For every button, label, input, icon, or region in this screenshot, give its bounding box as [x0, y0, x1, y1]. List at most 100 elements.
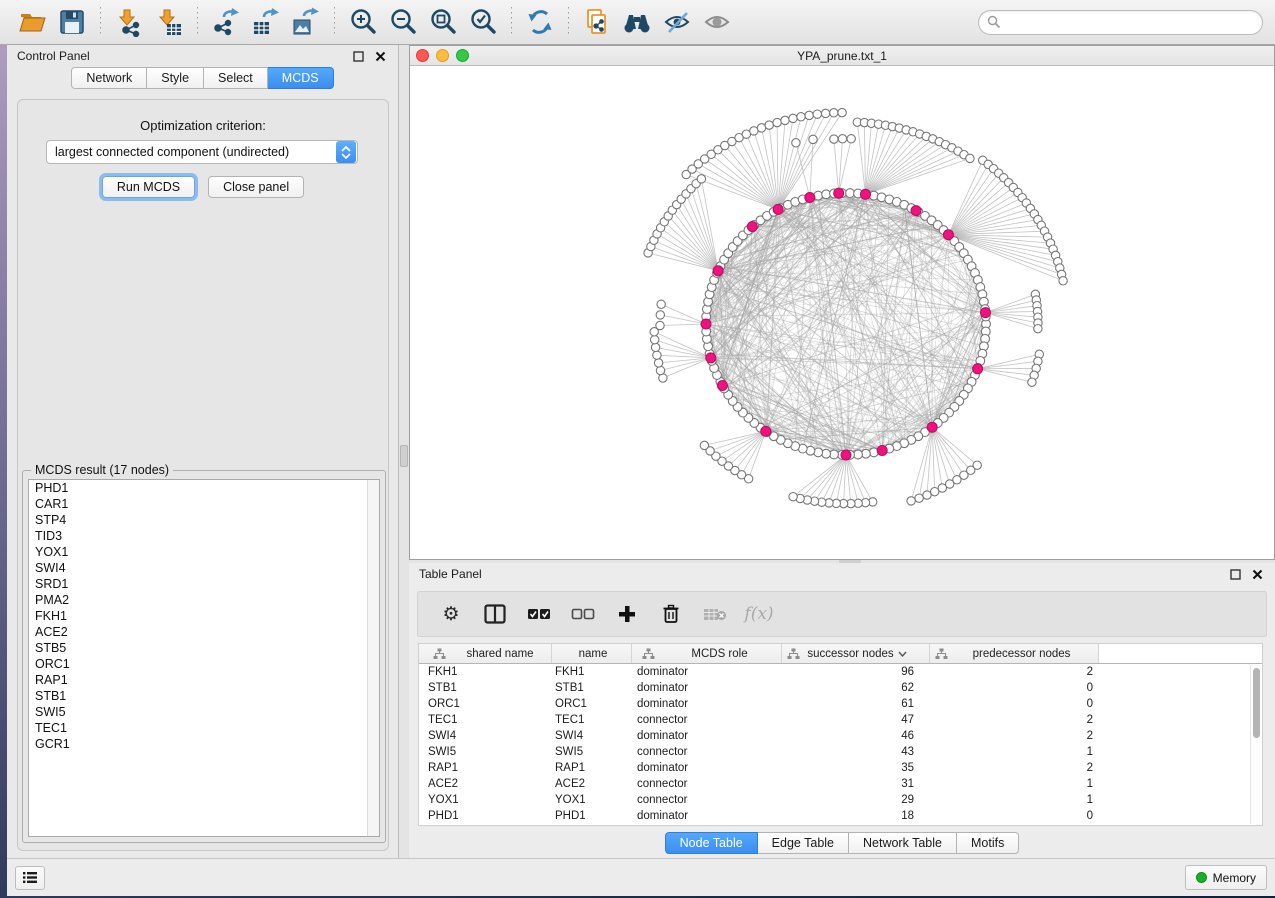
- graph-node[interactable]: [907, 497, 915, 505]
- graph-node[interactable]: [789, 493, 797, 501]
- graph-node-selected[interactable]: [773, 204, 783, 214]
- tab-style[interactable]: Style: [147, 67, 204, 89]
- graph-node-selected[interactable]: [747, 222, 757, 232]
- tab-mcds[interactable]: MCDS: [268, 67, 334, 89]
- zoom-selected-button[interactable]: [465, 5, 501, 39]
- search-input[interactable]: [1001, 15, 1254, 29]
- delete-column-button[interactable]: [654, 596, 688, 632]
- graph-node[interactable]: [657, 300, 665, 308]
- graph-node[interactable]: [813, 110, 821, 118]
- graph-node[interactable]: [765, 121, 773, 129]
- graph-node[interactable]: [821, 109, 829, 117]
- close-table-panel-button[interactable]: [1249, 566, 1265, 582]
- mcds-result-item[interactable]: TID3: [29, 528, 379, 544]
- mcds-result-item[interactable]: FKH1: [29, 608, 379, 624]
- export-image-button[interactable]: [288, 5, 324, 39]
- table-row[interactable]: PHD1PHD1dominator180: [419, 808, 1262, 824]
- graph-node[interactable]: [654, 359, 662, 367]
- graph-node[interactable]: [757, 124, 765, 132]
- graph-node[interactable]: [1034, 325, 1042, 333]
- optimization-criterion-select[interactable]: largest connected component (undirected): [46, 140, 358, 164]
- mcds-result-item[interactable]: SRD1: [29, 576, 379, 592]
- export-table-button[interactable]: [248, 5, 284, 39]
- tab-node-table[interactable]: Node Table: [665, 832, 758, 854]
- graph-node[interactable]: [773, 118, 781, 126]
- zoom-out-button[interactable]: [385, 5, 421, 39]
- graph-node[interactable]: [697, 175, 705, 183]
- mcds-result-item[interactable]: RAP1: [29, 672, 379, 688]
- graph-node[interactable]: [805, 111, 813, 119]
- mcds-result-item[interactable]: CAR1: [29, 496, 379, 512]
- search-window-button[interactable]: [619, 5, 655, 39]
- mcds-result-item[interactable]: GCR1: [29, 736, 379, 752]
- graph-node[interactable]: [656, 321, 664, 329]
- table-row[interactable]: ORC1ORC1dominator610: [419, 696, 1262, 712]
- table-row[interactable]: STB1STB1dominator620: [419, 680, 1262, 696]
- save-button[interactable]: [54, 5, 90, 39]
- mcds-result-item[interactable]: STB5: [29, 640, 379, 656]
- graph-node-selected[interactable]: [927, 422, 937, 432]
- graph-node[interactable]: [923, 491, 931, 499]
- graph-node[interactable]: [1028, 378, 1036, 386]
- graph-node[interactable]: [651, 343, 659, 351]
- graph-node-selected[interactable]: [717, 381, 727, 391]
- graph-node[interactable]: [1059, 277, 1067, 285]
- zoom-in-button[interactable]: [345, 5, 381, 39]
- mcds-result-item[interactable]: STB1: [29, 688, 379, 704]
- mcds-result-item[interactable]: SWI4: [29, 560, 379, 576]
- graph-node[interactable]: [700, 441, 708, 449]
- refresh-button[interactable]: [522, 5, 558, 39]
- tab-select[interactable]: Select: [204, 67, 268, 89]
- column-view-button[interactable]: [478, 596, 512, 632]
- column-header-MCDS-role[interactable]: MCDS role: [632, 644, 782, 663]
- graph-node[interactable]: [781, 116, 789, 124]
- graph-node-selected[interactable]: [713, 266, 723, 276]
- graph-node-selected[interactable]: [805, 193, 815, 203]
- mcds-result-item[interactable]: SWI5: [29, 704, 379, 720]
- network-canvas[interactable]: [410, 66, 1274, 559]
- hide-detail-button[interactable]: [659, 5, 695, 39]
- column-header-shared-name[interactable]: shared name: [419, 644, 552, 663]
- clone-network-button[interactable]: [579, 5, 615, 39]
- scrollbar-thumb[interactable]: [1253, 668, 1260, 738]
- add-column-button[interactable]: [610, 596, 644, 632]
- table-row[interactable]: YOX1YOX1connector291: [419, 792, 1262, 808]
- vertical-splitter[interactable]: [399, 45, 409, 858]
- graph-node[interactable]: [809, 135, 817, 143]
- memory-button[interactable]: Memory: [1185, 865, 1267, 890]
- float-panel-button[interactable]: [350, 48, 366, 64]
- mcds-result-item[interactable]: YOX1: [29, 544, 379, 560]
- import-network-button[interactable]: [111, 5, 147, 39]
- mcds-list-scrollbar[interactable]: [367, 480, 379, 836]
- close-panel-button[interactable]: [372, 48, 388, 64]
- table-row[interactable]: SWI4SWI4dominator462: [419, 728, 1262, 744]
- mcds-result-item[interactable]: PMA2: [29, 592, 379, 608]
- graph-node-selected[interactable]: [877, 446, 887, 456]
- graph-node[interactable]: [830, 135, 838, 143]
- graph-node[interactable]: [656, 311, 664, 319]
- mcds-result-item[interactable]: STP4: [29, 512, 379, 528]
- float-table-panel-button[interactable]: [1227, 566, 1243, 582]
- graph-node-selected[interactable]: [761, 426, 771, 436]
- column-header-name[interactable]: name: [552, 644, 632, 663]
- table-row[interactable]: FKH1FKH1dominator962: [419, 664, 1262, 680]
- open-button[interactable]: [14, 5, 50, 39]
- graph-node[interactable]: [822, 449, 831, 458]
- search-field[interactable]: [978, 10, 1263, 35]
- graph-node[interactable]: [931, 488, 939, 496]
- close-panel-action-button[interactable]: Close panel: [208, 176, 304, 198]
- table-row[interactable]: RAP1RAP1dominator352: [419, 760, 1262, 776]
- mcds-result-item[interactable]: ORC1: [29, 656, 379, 672]
- graph-node[interactable]: [789, 114, 797, 122]
- graph-node[interactable]: [966, 154, 974, 162]
- function-builder-button[interactable]: f(x): [742, 596, 776, 632]
- tab-motifs[interactable]: Motifs: [957, 832, 1019, 854]
- graph-node-selected[interactable]: [943, 230, 953, 240]
- graph-node[interactable]: [847, 135, 855, 143]
- run-mcds-button[interactable]: Run MCDS: [102, 176, 195, 198]
- graph-node[interactable]: [651, 336, 659, 344]
- graph-node[interactable]: [838, 135, 846, 143]
- tab-network[interactable]: Network: [71, 67, 147, 89]
- select-all-button[interactable]: [522, 596, 556, 632]
- tab-edge-table[interactable]: Edge Table: [758, 832, 849, 854]
